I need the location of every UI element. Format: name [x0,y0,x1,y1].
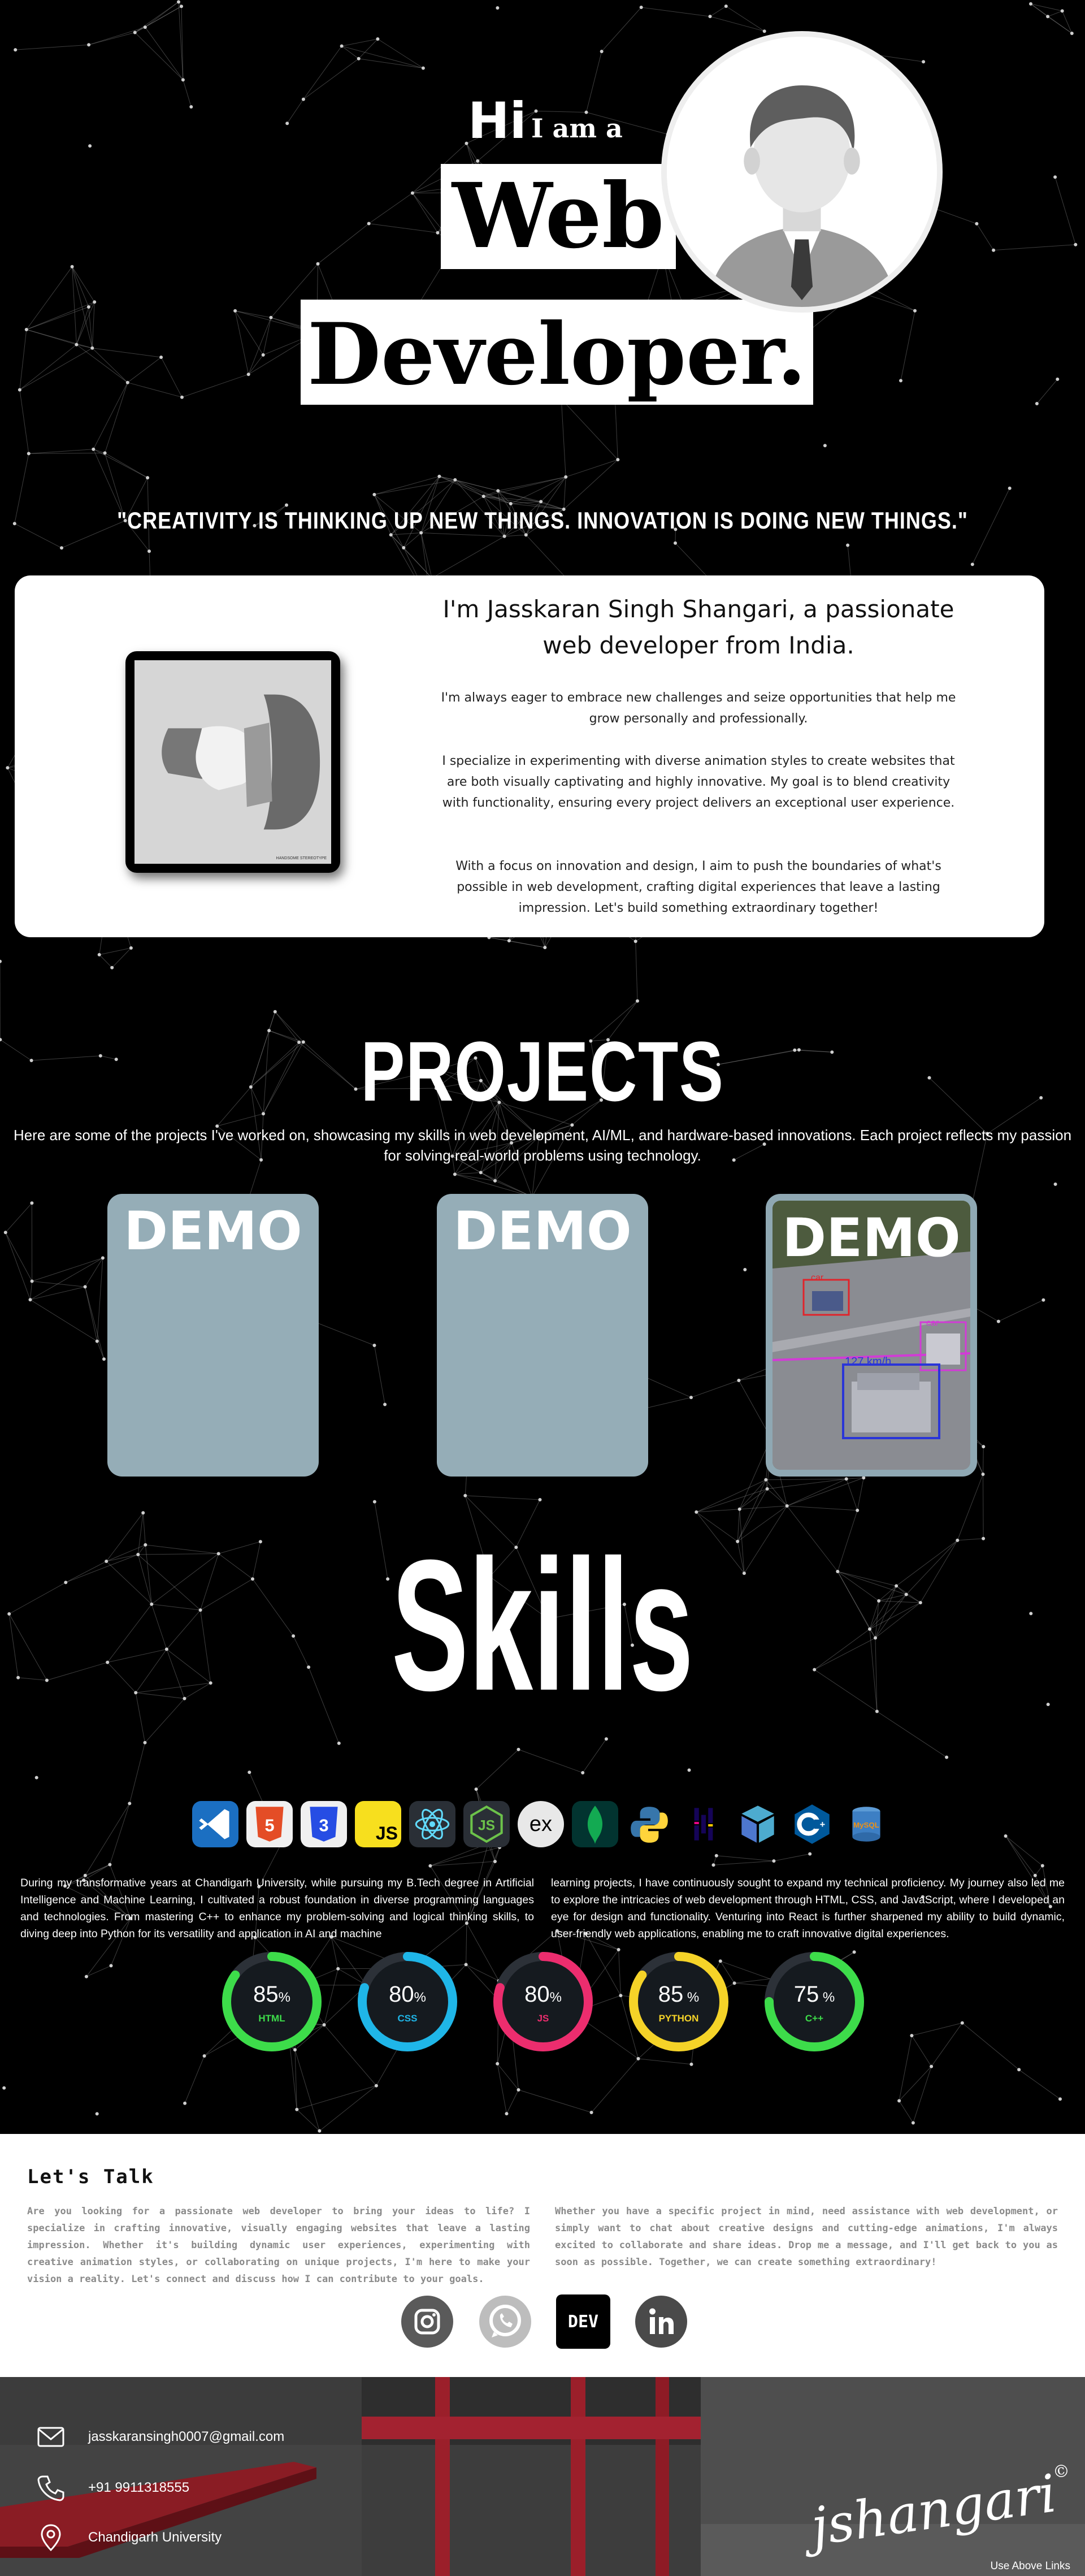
about-paragraph-3: With a focus on innovation and design, I… [455,859,941,915]
about-photo-frame: HANDSOME STEREOTYPE [125,651,340,873]
skills-description: During my transformative years at Chandi… [20,1874,1065,1942]
project-demo-label: DEMO [124,1201,302,1262]
skills-text-right: learning projects, I have continuously s… [551,1877,1065,1940]
projects-title: PROJECTS [361,1024,724,1119]
whatsapp-icon[interactable] [478,2294,532,2349]
instagram-icon[interactable] [400,2294,454,2349]
project-demo-label: DEMO [782,1207,961,1269]
skill-gauges: 85% HTML 80% CSS 80% JS 85 % PYTHON 75 %… [218,1948,868,2061]
avatar [661,31,943,313]
gauge-html: 85% HTML [218,1948,326,2055]
gauge-value: 75 [793,1982,819,2007]
detection-label: car [926,1318,939,1328]
mongodb-icon [572,1801,618,1847]
svg-text:+: + [820,1820,826,1830]
about-card: HANDSOME STEREOTYPE I'm Jasskaran Singh … [15,575,1044,937]
footer-location-text: Chandigarh University [88,2530,222,2545]
gauge-js: 80% JS [489,1948,597,2055]
vscode-icon [192,1801,238,1847]
location-pin-icon [41,2524,61,2552]
project-card-2[interactable]: DEMO [437,1194,648,1477]
gauge-value: 85 [658,1982,684,2007]
svg-text:3: 3 [319,1815,328,1835]
about-photo: HANDSOME STEREOTYPE [134,660,331,864]
hero-section: Hi I am a Web Developer. "CREATIVITY IS … [0,0,1085,565]
footer: jasskaransingh0007@gmail.com +91 9911318… [0,2377,1085,2576]
hero-word-developer: Developer. [301,300,813,405]
mysql-icon: MySQL [843,1801,889,1847]
footer-email[interactable]: jasskaransingh0007@gmail.com [36,2422,284,2452]
project-card-3[interactable]: DEMO car car 127 km/h [766,1194,977,1477]
express-icon: ex [518,1801,564,1847]
about-paragraph-1: I'm always eager to embrace new challeng… [441,691,956,726]
gauge-value: 85 [253,1982,279,2007]
contact-title: Let's Talk [27,2166,154,2188]
javascript-icon: JS [355,1801,401,1847]
html5-icon: 5 [246,1801,293,1847]
silhouette-icon [134,661,331,863]
cplusplus-icon: + [789,1801,835,1847]
numpy-icon [735,1801,781,1847]
footer-email-text: jasskaransingh0007@gmail.com [88,2429,285,2444]
phone-icon [37,2475,64,2501]
python-icon [626,1801,672,1847]
gauge-cpp: 75 % C++ [761,1948,868,2055]
photo-caption: HANDSOME STEREOTYPE [276,856,327,860]
skills-text-left: During my transformative years at Chandi… [20,1877,534,1940]
contact-section: Let's Talk Are you looking for a passion… [0,2134,1085,2377]
about-title: I'm Jasskaran Singh Shangari, a passiona… [442,595,954,659]
css3-icon: 3 [301,1801,347,1847]
svg-text:MySQL: MySQL [853,1821,879,1829]
projects-description: Here are some of the projects I've worke… [13,1127,1072,1164]
gauge-value: 80 [524,1982,550,2007]
hero-word-web: Web [441,164,676,269]
gauge-css: 80% CSS [354,1948,461,2055]
gauge-python: 85 % PYTHON [625,1948,732,2055]
svg-text:5: 5 [264,1815,274,1835]
hero-i-am-a: I am a [531,113,623,144]
skills-icons-row: 5 3 JS JS ex + MySQL [192,1801,893,1848]
hero-quote: "CREATIVITY IS THINKING UP NEW THINGS. I… [117,506,968,534]
social-links: DEV [383,2294,705,2351]
footer-links-note: Use Above Links [990,2560,1070,2572]
gauge-label: C++ [805,2013,824,2024]
nodejs-icon: JS [463,1801,510,1847]
svg-text:JS: JS [478,1818,495,1833]
skills-title: Skills [391,1521,694,1729]
about-paragraph-2: I specialize in experimenting with diver… [442,754,955,810]
contact-text-left: Are you looking for a passionate web dev… [27,2206,530,2285]
gauge-label: CSS [397,2013,418,2024]
react-icon [409,1801,455,1847]
project-card-1[interactable]: DEMO [107,1194,319,1477]
footer-phone-text: +91 9911318555 [88,2480,190,2495]
gauge-label: JS [537,2013,549,2024]
detection-label: car [811,1273,824,1283]
linkedin-icon[interactable] [634,2294,688,2349]
mail-icon [37,2427,64,2447]
gauge-label: PYTHON [658,2013,699,2024]
footer-location: Chandigarh University [36,2523,222,2552]
pandas-icon [680,1801,727,1847]
project-demo-label: DEMO [453,1201,632,1262]
speed-label: 127 km/h [845,1356,892,1368]
footer-phone[interactable]: +91 9911318555 [36,2473,189,2503]
dev-icon[interactable]: DEV [556,2294,610,2349]
gauge-value: 80 [389,1982,414,2007]
hero-hi: Hi [468,92,527,150]
gauge-label: HTML [258,2013,285,2024]
person-avatar-icon [667,37,937,307]
contact-text-right: Whether you have a specific project in m… [555,2206,1058,2268]
